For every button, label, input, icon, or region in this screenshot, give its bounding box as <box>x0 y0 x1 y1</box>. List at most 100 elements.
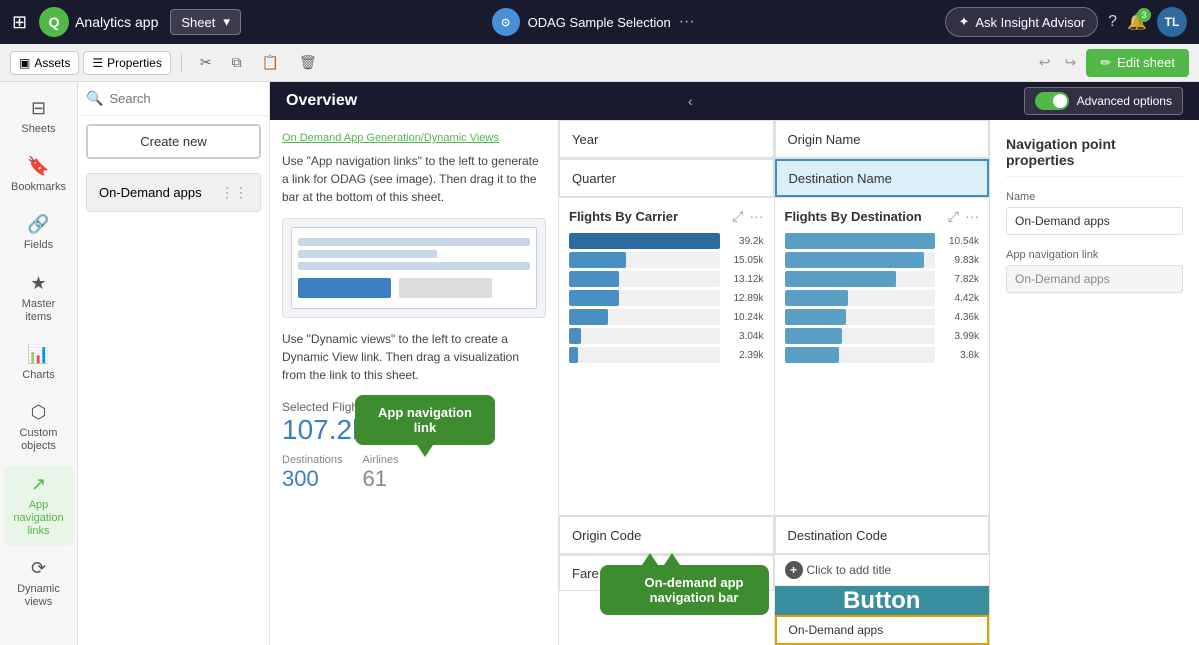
app-nav-prop-input: On-Demand apps <box>1006 265 1183 293</box>
delete-icon[interactable]: 🗑 <box>291 50 325 75</box>
overview-header: Overview ‹ Advanced options <box>270 82 1199 120</box>
carrier-bar-label: 3.04k <box>726 331 764 342</box>
help-icon[interactable]: ? <box>1108 13 1117 31</box>
dest-bar-fill <box>785 309 847 325</box>
origin-filter[interactable]: Origin Name <box>775 120 990 158</box>
sheets-icon: ⊟ <box>31 98 46 119</box>
app-nav-links-icon: ↗ <box>31 474 46 495</box>
carrier-bar-bg <box>569 290 720 306</box>
grid-icon[interactable]: ⊞ <box>12 12 27 33</box>
sidebar-item-custom-objects[interactable]: ⬡ Custom objects <box>4 394 74 461</box>
year-filter[interactable]: Year <box>559 120 774 158</box>
odag-badge: ⊙ <box>492 8 520 36</box>
sidebar-item-app-nav-links[interactable]: ↗ App navigation links <box>4 466 74 547</box>
carrier-bar-row: 3.04k <box>569 328 764 344</box>
sidebar-item-bookmarks[interactable]: 🔖 Bookmarks <box>4 148 74 202</box>
sidebar-item-charts[interactable]: 📊 Charts <box>4 336 74 390</box>
advanced-options-toggle[interactable]: Advanced options <box>1024 87 1183 115</box>
qlik-logo-circle: Q <box>39 7 69 37</box>
sheet-selector[interactable]: Sheet ▾ <box>170 9 241 35</box>
expand-icon-carrier[interactable]: ⤢ <box>732 208 743 225</box>
ask-advisor-btn[interactable]: ✦ Ask Insight Advisor <box>945 7 1098 37</box>
odag-dots[interactable]: ··· <box>679 13 695 31</box>
dest-bar-fill <box>785 233 936 249</box>
carrier-bar-bg <box>569 347 720 363</box>
carrier-bar-row: 10.24k <box>569 309 764 325</box>
dest-bar-fill <box>785 271 896 287</box>
nav-app-label: On-Demand apps <box>99 185 202 200</box>
callout-nav-bar-text: On-demand app navigation bar <box>645 575 744 605</box>
dest-bar-fill <box>785 347 839 363</box>
quarter-filter[interactable]: Quarter <box>559 159 774 197</box>
dest-bar-row: 9.83k <box>785 252 980 268</box>
chart-dots-dest[interactable]: ··· <box>965 208 979 225</box>
search-input[interactable] <box>109 91 285 106</box>
sheet-chevron: ▾ <box>223 14 230 30</box>
chart-actions-dest: ⤢ ··· <box>948 208 979 225</box>
app-nav-prop-label: App navigation link <box>1006 249 1183 261</box>
expand-icon-dest[interactable]: ⤢ <box>948 208 959 225</box>
avatar[interactable]: TL <box>1157 7 1187 37</box>
destination-code-label: Destination Code <box>788 528 888 543</box>
notification-icon[interactable]: 🔔 3 <box>1127 12 1147 32</box>
cut-icon[interactable]: ✂ <box>192 50 220 75</box>
chart-actions-carrier: ⤢ ··· <box>732 208 763 225</box>
name-prop-input[interactable]: On-Demand apps <box>1006 207 1183 235</box>
destination-code-filter[interactable]: Destination Code <box>775 516 990 554</box>
destination-filter[interactable]: Destination Name <box>775 159 990 197</box>
redo-icon[interactable]: ↪ <box>1061 50 1081 75</box>
carrier-bar-bg <box>569 328 720 344</box>
big-button[interactable]: Button <box>775 586 990 615</box>
callout-nav-link: App navigation link <box>355 395 495 445</box>
sidebar-item-dynamic-views[interactable]: ⟳ Dynamic views <box>4 550 74 617</box>
odag-section: On Demand App Generation/Dynamic Views U… <box>270 120 558 645</box>
copy-icon[interactable]: ⧉ <box>224 50 250 75</box>
carrier-bar-row: 13.12k <box>569 271 764 287</box>
content-area: Overview ‹ Advanced options On Demand Ap… <box>270 82 1199 645</box>
year-label: Year <box>572 132 598 147</box>
nav-app-dots[interactable]: ⋮⋮ <box>220 184 248 201</box>
callout-nav-bar-arrow <box>664 553 680 565</box>
assets-tab[interactable]: ▣ Assets <box>10 51 79 75</box>
pencil-icon: ✏ <box>1100 55 1111 71</box>
nav-app-item[interactable]: On-Demand apps ⋮⋮ <box>86 173 261 212</box>
sidebar-item-label-master: Master items <box>10 298 68 324</box>
toggle-knob <box>1053 94 1067 108</box>
carrier-bar-label: 15.05k <box>726 255 764 266</box>
airlines-label: Airlines <box>363 454 399 466</box>
edit-sheet-button[interactable]: ✏ Edit sheet <box>1086 49 1189 77</box>
airlines-metric: Airlines 61 <box>363 454 399 492</box>
properties-label: Properties <box>107 56 162 70</box>
properties-icon: ☰ <box>92 56 103 70</box>
properties-tab[interactable]: ☰ Properties <box>83 51 170 75</box>
create-new-button[interactable]: Create new <box>86 124 261 159</box>
add-title-label: Click to add title <box>807 563 892 577</box>
toolbar: ▣ Assets ☰ Properties ✂ ⧉ 📋 🗑 ↩ ↪ ✏ Edit… <box>0 44 1199 82</box>
carrier-bar-fill <box>569 252 626 268</box>
properties-title: Navigation point properties <box>1006 136 1183 177</box>
overview-chevron[interactable]: ‹ <box>688 93 693 109</box>
sidebar-item-sheets[interactable]: ⊟ Sheets <box>4 90 74 144</box>
notification-badge: 3 <box>1137 8 1151 22</box>
qlik-logo: Q Analytics app <box>39 7 158 37</box>
chart-dots-carrier[interactable]: ··· <box>750 208 764 225</box>
on-demand-nav-bar[interactable]: On-Demand apps <box>775 615 990 645</box>
destinations-value: 300 <box>282 466 343 492</box>
main-layout: ⊟ Sheets 🔖 Bookmarks 🔗 Fields ★ Master i… <box>0 82 1199 645</box>
paste-icon[interactable]: 📋 <box>254 50 287 75</box>
odag-breadcrumb[interactable]: On Demand App Generation/Dynamic Views <box>282 132 546 144</box>
dest-bar-bg <box>785 233 936 249</box>
chart-title-carrier: Flights By Carrier <box>569 209 678 224</box>
sidebar-item-master-items[interactable]: ★ Master items <box>4 265 74 332</box>
click-add-title[interactable]: + Click to add title <box>775 555 990 586</box>
overview-title: Overview <box>286 92 357 110</box>
carrier-bar-row: 2.39k <box>569 347 764 363</box>
origin-code-filter[interactable]: Origin Code <box>559 516 774 554</box>
dest-bar-label: 3.8k <box>941 350 979 361</box>
app-name: Analytics app <box>75 14 158 30</box>
odag-preview <box>282 218 546 318</box>
undo-icon[interactable]: ↩ <box>1035 50 1055 75</box>
toggle-switch[interactable] <box>1035 92 1069 110</box>
sidebar-item-fields[interactable]: 🔗 Fields <box>4 206 74 260</box>
plus-icon: + <box>785 561 803 579</box>
